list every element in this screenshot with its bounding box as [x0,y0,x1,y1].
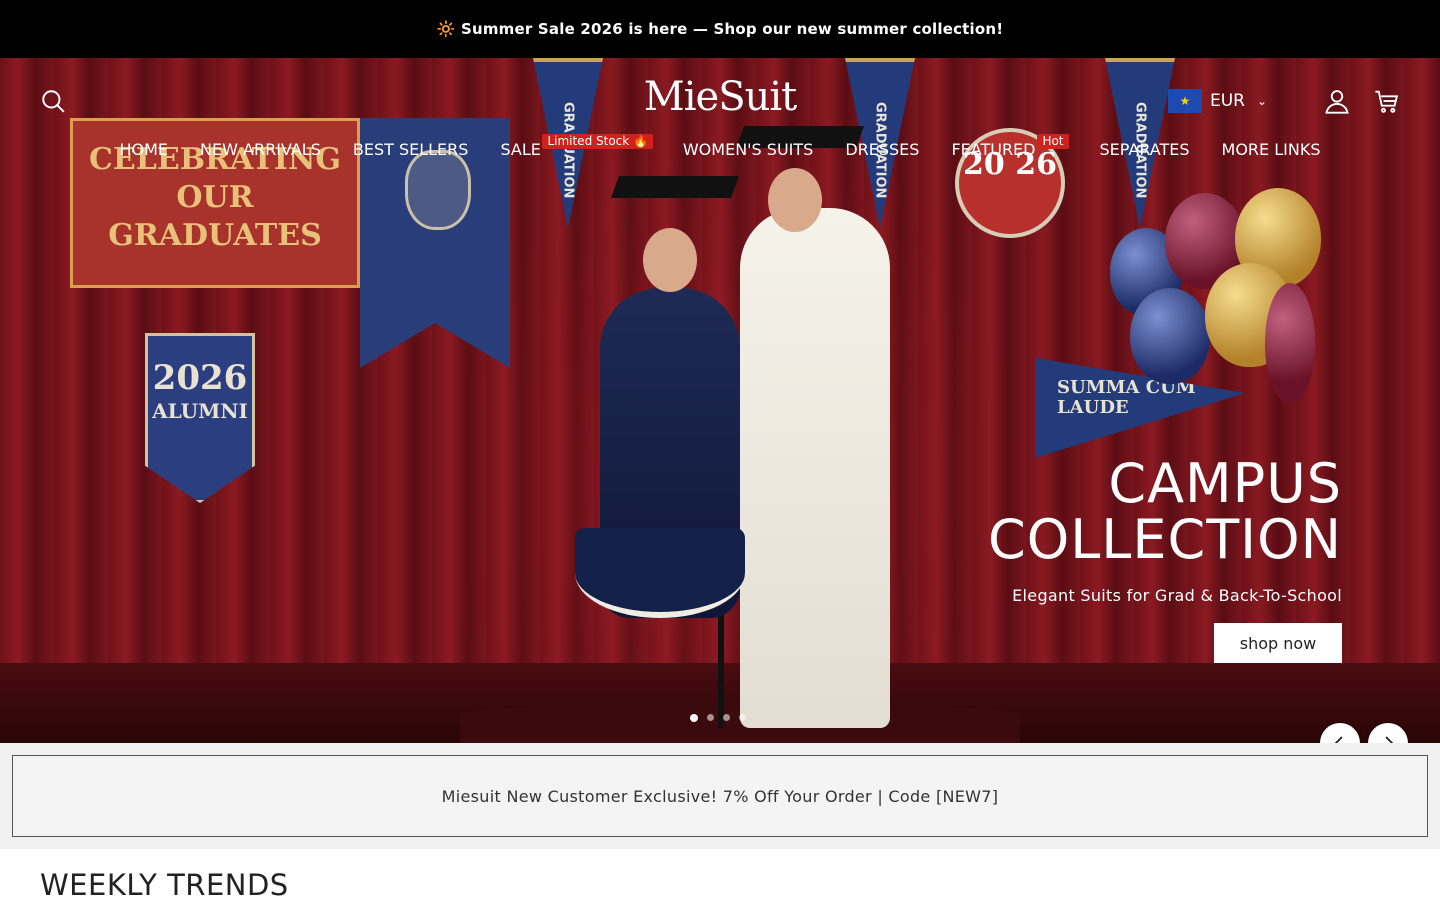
cart-button[interactable] [1370,84,1404,118]
currency-code: EUR [1210,91,1245,111]
slide-dot-active[interactable] [690,714,698,722]
alumni-shield: 2026 ALUMNI [145,333,255,503]
nav-label: DRESSES [845,140,920,159]
announcement-bar: 🔆 Summer Sale 2026 is here — Shop our ne… [0,0,1440,58]
owl-icon [405,150,471,230]
model-head [768,168,822,232]
currency-selector[interactable]: ★ EUR ⌄ [1168,88,1267,114]
nav-best-sellers[interactable]: BEST SELLERS [337,140,485,162]
model-navy-skirt [575,528,745,618]
hero-text-block: CAMPUS COLLECTION Elegant Suits for Grad… [987,452,1342,606]
main-nav: HOME NEW ARRIVALS BEST SELLERS SALE Limi… [0,134,1440,162]
shop-now-button[interactable]: shop now [1214,623,1342,663]
weekly-trends-title: WEEKLY TRENDS [40,868,289,900]
search-button[interactable] [36,84,70,118]
limited-stock-badge: Limited Stock 🔥 [542,134,653,149]
alumni-label: ALUMNI [152,399,248,423]
nav-dresses[interactable]: DRESSES [829,140,935,162]
eu-flag-icon: ★ [1168,89,1202,113]
model-white-suit [740,208,890,728]
model-head [643,228,697,292]
nav-featured[interactable]: FEATURED Hot [935,134,1069,162]
slide-dot[interactable] [739,714,746,721]
account-button[interactable] [1320,84,1354,118]
graduation-cap-icon [610,176,740,198]
search-icon [42,90,65,113]
logo-text: MieSuit [643,74,797,120]
nav-separates[interactable]: SEPARATES [1083,140,1205,162]
promo-text: Miesuit New Customer Exclusive! 7% Off Y… [441,786,999,806]
nav-label: NEW ARRIVALS [200,140,321,159]
nav-label: SALE [500,140,541,159]
announcement-text: 🔆 Summer Sale 2026 is here — Shop our ne… [436,20,1004,38]
slide-dots [690,714,746,722]
nav-label: MORE LINKS [1221,140,1321,159]
balloon [1265,283,1315,403]
hot-badge: Hot [1037,134,1069,149]
promo-section: Miesuit New Customer Exclusive! 7% Off Y… [0,743,1440,849]
hero-subtitle: Elegant Suits for Grad & Back-To-School [1012,586,1342,605]
nav-sale[interactable]: SALE Limited Stock 🔥 [484,134,653,162]
slide-dot[interactable] [707,714,714,721]
slide-dot[interactable] [723,714,730,721]
site-logo[interactable]: MieSuit [620,74,820,126]
nav-new-arrivals[interactable]: NEW ARRIVALS [184,140,337,162]
summa-pennant: SUMMA CUM LAUDE [1035,358,1245,458]
nav-label: SEPARATES [1099,140,1190,159]
nav-more-links[interactable]: MORE LINKS [1206,140,1337,162]
nav-label: FEATURED [951,140,1036,159]
nav-label: HOME [119,140,169,159]
chevron-down-icon: ⌄ [1257,94,1268,108]
promo-banner[interactable]: Miesuit New Customer Exclusive! 7% Off Y… [12,755,1428,837]
balloon [1130,288,1210,384]
nav-label: WOMEN'S SUITS [682,140,814,159]
hero-title-line1: CAMPUS [1108,452,1342,515]
alumni-year: 2026 [152,358,248,398]
hero-title-line2: COLLECTION [987,508,1342,571]
cart-icon [1375,90,1399,113]
user-icon [1325,90,1349,114]
nav-label: BEST SELLERS [352,140,469,159]
nav-womens-suits[interactable]: WOMEN'S SUITS [667,140,829,162]
nav-home[interactable]: HOME [103,140,184,162]
